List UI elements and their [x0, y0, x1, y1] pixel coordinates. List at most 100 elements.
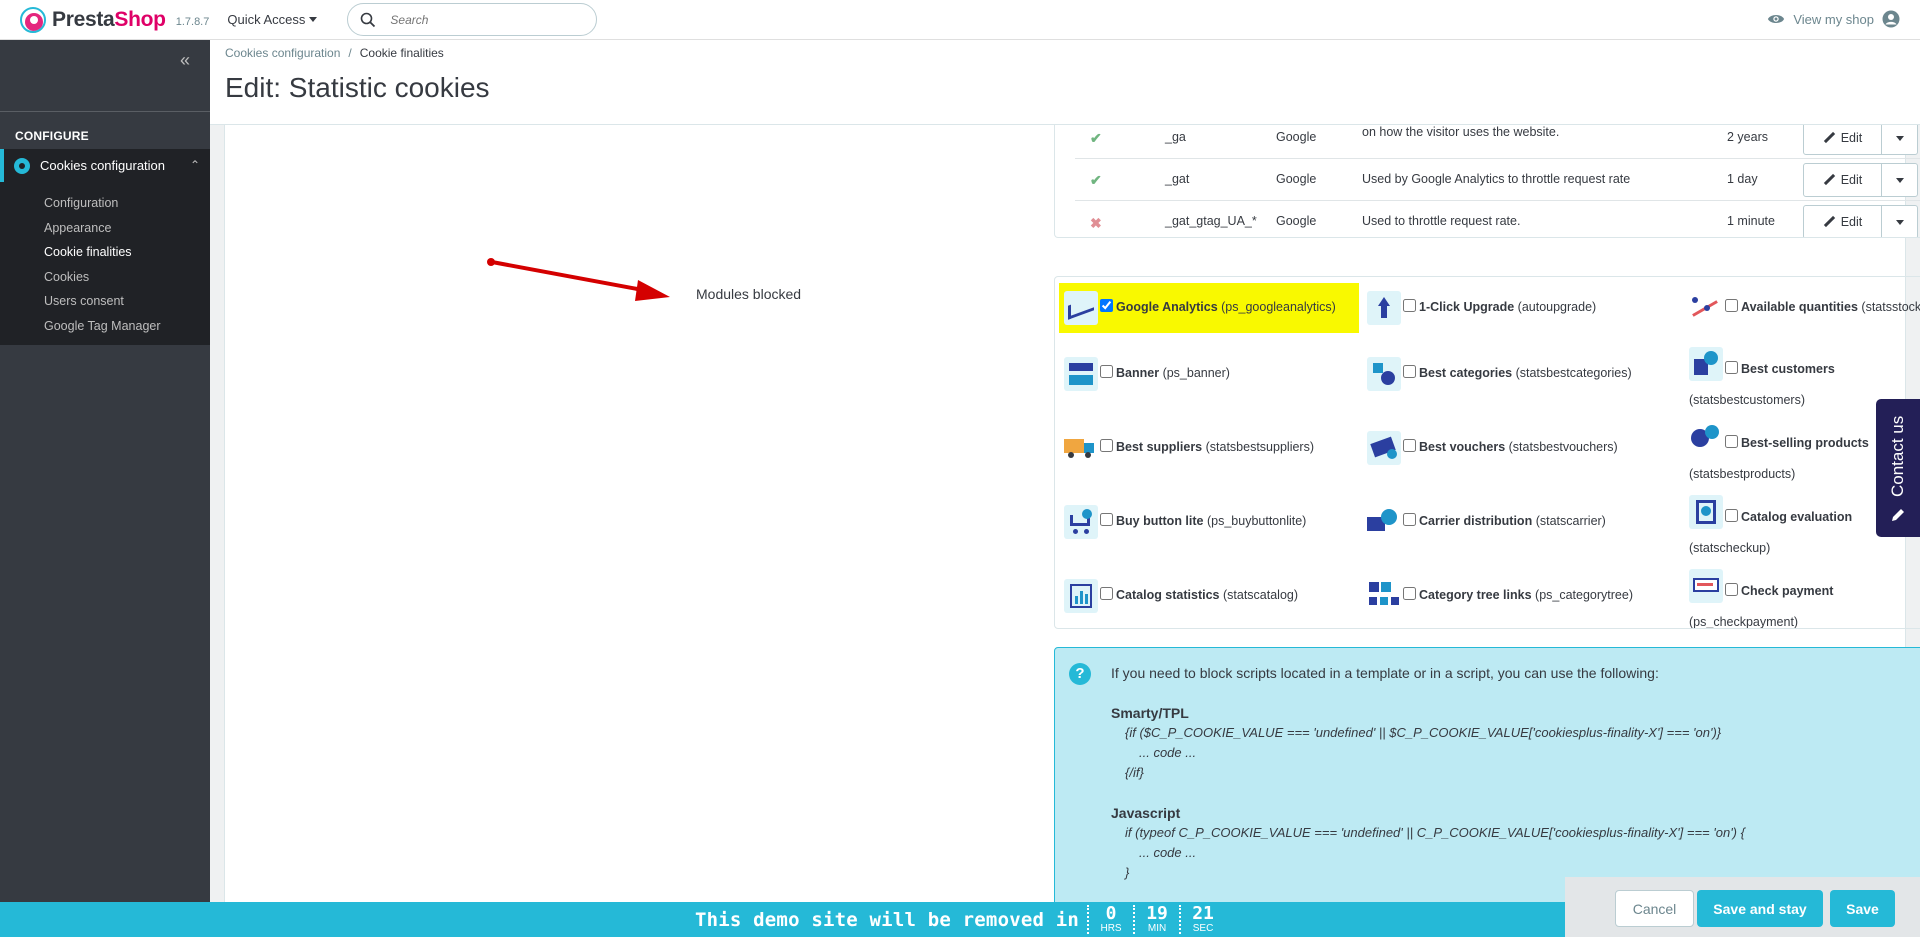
- prestashop-logo[interactable]: PrestaShop 1.7.8.7: [20, 6, 209, 33]
- module-label: Category tree links (ps_categorytree): [1419, 580, 1633, 611]
- module-tech-name: (statsstock): [1861, 300, 1920, 314]
- cookie-description: Used to throttle request rate.: [1362, 214, 1521, 228]
- javascript-heading: Javascript: [1111, 805, 1181, 821]
- module-name: Best vouchers: [1419, 440, 1506, 454]
- module-item-google-analytics[interactable]: Google Analytics (ps_googleanalytics): [1059, 283, 1359, 333]
- module-name: Available quantities: [1741, 300, 1858, 314]
- module-name: Catalog evaluation: [1741, 510, 1853, 524]
- javascript-code-line: ... code ...: [1139, 845, 1197, 860]
- sidebar-subitem-users-consent[interactable]: Users consent: [0, 290, 210, 315]
- module-label: Best vouchers (statsbestvouchers): [1419, 432, 1618, 463]
- module-item-catalog-statistics[interactable]: Catalog statistics (statscatalog): [1064, 573, 1374, 623]
- modules-blocked-label: Modules blocked: [696, 286, 802, 302]
- countdown-seconds: 21 SEC: [1179, 905, 1225, 934]
- module-checkbox[interactable]: [1725, 583, 1738, 596]
- module-item-best-categories[interactable]: Best categories (statsbestcategories): [1367, 351, 1677, 401]
- edit-dropdown-toggle[interactable]: [1882, 125, 1917, 154]
- module-item-carrier-distribution[interactable]: Carrier distribution (statscarrier): [1367, 499, 1677, 549]
- cookies-table: ✔ _ga Google on how the visitor uses the…: [1054, 125, 1920, 238]
- module-label: Google Analytics (ps_googleanalytics): [1116, 292, 1336, 323]
- module-checkbox[interactable]: [1403, 299, 1416, 312]
- cookie-provider: Google: [1276, 214, 1317, 228]
- module-checkbox[interactable]: [1725, 361, 1738, 374]
- quick-access-dropdown[interactable]: Quick Access: [227, 12, 318, 27]
- search-icon: [361, 12, 376, 27]
- module-label: Best suppliers (statsbestsuppliers): [1116, 432, 1314, 463]
- edit-dropdown-toggle[interactable]: [1882, 164, 1917, 196]
- catalog-evaluation-icon: [1689, 495, 1723, 529]
- edit-button[interactable]: Edit: [1804, 125, 1882, 154]
- sidebar-subitem-appearance[interactable]: Appearance: [0, 217, 210, 242]
- module-name: Best suppliers: [1116, 440, 1203, 454]
- sidebar-subitem-google-tag-manager[interactable]: Google Tag Manager: [0, 315, 210, 340]
- check-payment-icon: [1689, 569, 1723, 603]
- breadcrumb-parent[interactable]: Cookies configuration: [225, 46, 340, 60]
- module-checkbox[interactable]: [1403, 587, 1416, 600]
- best-selling-icon: [1689, 421, 1723, 455]
- cookie-name: _ga: [1165, 130, 1186, 144]
- module-checkbox[interactable]: [1100, 365, 1113, 378]
- table-row: ✔ _gat Google Used by Google Analytics t…: [1075, 159, 1920, 201]
- smarty-code-line: {/if}: [1125, 765, 1144, 780]
- prestashop-logo-icon: [20, 6, 46, 33]
- collapse-sidebar-icon[interactable]: «: [180, 50, 190, 71]
- caret-down-icon: [309, 17, 318, 22]
- demo-message: This demo site will be removed in: [694, 908, 1080, 931]
- module-checkbox[interactable]: [1100, 513, 1113, 526]
- sidebar-subitem-cookie-finalities[interactable]: Cookie finalities: [0, 241, 210, 266]
- module-item-category-tree-links[interactable]: Category tree links (ps_categorytree): [1367, 573, 1677, 623]
- module-label: 1-Click Upgrade (autoupgrade): [1419, 292, 1596, 323]
- search-input[interactable]: [390, 12, 571, 27]
- module-name: Category tree links: [1419, 588, 1532, 602]
- sidebar: « CONFIGURE Cookies configuration ⌃ Conf…: [0, 40, 210, 937]
- contact-us-label: Contact us: [1888, 415, 1907, 497]
- save-button[interactable]: Save: [1830, 890, 1895, 927]
- edit-dropdown-toggle[interactable]: [1882, 206, 1917, 237]
- edit-button[interactable]: Edit: [1804, 164, 1882, 196]
- module-checkbox[interactable]: [1100, 587, 1113, 600]
- search-box[interactable]: [347, 3, 598, 36]
- module-checkbox[interactable]: [1725, 509, 1738, 522]
- contact-us-tab[interactable]: Contact us: [1876, 399, 1920, 537]
- logo-text-suffix: Shop: [114, 7, 166, 31]
- banner-icon: [1064, 357, 1098, 391]
- countdown-hours: 0 HRS: [1087, 905, 1133, 934]
- module-name: Carrier distribution: [1419, 514, 1533, 528]
- module-checkbox[interactable]: [1725, 435, 1738, 448]
- javascript-code-line: }: [1125, 865, 1130, 880]
- smarty-heading: Smarty/TPL: [1111, 705, 1189, 721]
- user-icon[interactable]: [1882, 10, 1900, 28]
- view-my-shop-link[interactable]: View my shop: [1767, 10, 1900, 28]
- edit-label: Edit: [1840, 131, 1863, 145]
- module-item-buy-button-lite[interactable]: Buy button lite (ps_buybuttonlite): [1064, 499, 1374, 549]
- cancel-button[interactable]: Cancel: [1615, 890, 1694, 927]
- caret-down-icon: [1895, 135, 1904, 141]
- module-label: Best categories (statsbestcategories): [1419, 358, 1632, 389]
- top-header: PrestaShop 1.7.8.7 Quick Access View my …: [0, 0, 1920, 40]
- module-name: Best customers: [1741, 362, 1835, 376]
- save-and-stay-button[interactable]: Save and stay: [1697, 890, 1823, 927]
- sidebar-subitem-configuration[interactable]: Configuration: [0, 192, 210, 217]
- module-checkbox[interactable]: [1403, 513, 1416, 526]
- module-item-banner[interactable]: Banner (ps_banner): [1064, 351, 1374, 401]
- disabled-cross-icon: ✖: [1090, 215, 1102, 231]
- module-name: Catalog statistics: [1116, 588, 1220, 602]
- module-checkbox[interactable]: [1725, 299, 1738, 312]
- module-checkbox[interactable]: [1100, 439, 1113, 452]
- cookies-table-rows: ✔ _ga Google on how the visitor uses the…: [1075, 125, 1920, 237]
- sidebar-subitem-cookies[interactable]: Cookies: [0, 266, 210, 291]
- module-item-available-quantities[interactable]: Available quantities (statsstock): [1689, 283, 1920, 333]
- module-item-best-suppliers[interactable]: Best suppliers (statsbestsuppliers): [1064, 425, 1374, 475]
- module-item-1-click-upgrade[interactable]: 1-Click Upgrade (autoupgrade): [1367, 283, 1677, 333]
- module-checkbox[interactable]: [1403, 365, 1416, 378]
- module-checkbox[interactable]: [1100, 299, 1113, 312]
- module-item-best-vouchers[interactable]: Best vouchers (statsbestvouchers): [1367, 425, 1677, 475]
- sidebar-item-cookies-configuration[interactable]: Cookies configuration ⌃: [0, 149, 210, 182]
- edit-button[interactable]: Edit: [1804, 206, 1882, 237]
- module-checkbox[interactable]: [1403, 439, 1416, 452]
- module-name: Google Analytics: [1116, 300, 1218, 314]
- module-label: Available quantities (statsstock): [1741, 292, 1920, 323]
- help-intro-text: If you need to block scripts located in …: [1111, 665, 1659, 681]
- module-item-check-payment[interactable]: Check payment (ps_checkpayment): [1689, 567, 1920, 628]
- module-label: Check payment: [1741, 576, 1833, 607]
